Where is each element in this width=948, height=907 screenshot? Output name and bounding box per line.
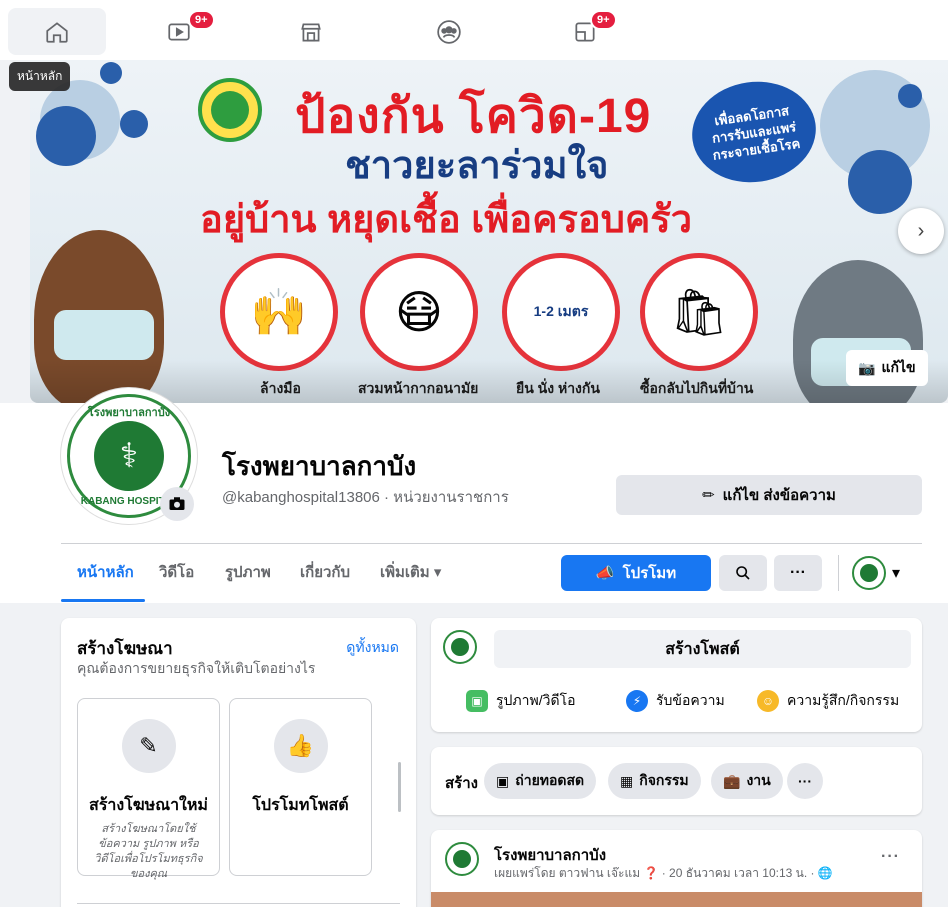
create-ad-subtitle: คุณต้องการขยายธุรกิจให้เติบโตอย่างไร: [77, 660, 316, 676]
caption-bar: [30, 360, 948, 403]
caret-down-icon: ▾: [892, 565, 901, 582]
home-icon: [46, 21, 68, 43]
divider: [838, 555, 839, 591]
virus-graphic: [100, 62, 122, 84]
virus-graphic: [120, 110, 148, 138]
virus-graphic: [848, 150, 912, 214]
update-avatar-button[interactable]: [160, 487, 194, 521]
marketplace-tab[interactable]: [262, 8, 360, 55]
page-avatar: [443, 630, 477, 664]
tab-photos[interactable]: รูปภาพ: [225, 560, 271, 584]
shop-icon: [301, 23, 321, 42]
watch-badge: 9+: [188, 10, 215, 30]
search-icon: [736, 566, 750, 580]
new-ad-option[interactable]: ✎ สร้างโฆษณาใหม่ สร้างโฆษณาโดยใช้ข้อความ…: [77, 698, 220, 880]
municipality-logo: [198, 78, 262, 142]
live-icon: ▣: [496, 772, 510, 789]
see-all-link[interactable]: ดูทั้งหมด: [346, 637, 399, 659]
tab-home[interactable]: หน้าหลัก: [77, 560, 134, 584]
edit-send-message-button[interactable]: ✏ แก้ไข ส่งข้อความ: [616, 475, 922, 515]
top-navigation: 9+ 9+: [0, 0, 948, 60]
tab-about[interactable]: เกี่ยวกับ: [300, 560, 350, 584]
divider: [77, 903, 400, 904]
pencil-icon: ✏: [702, 487, 715, 504]
megaphone-icon: 📣: [595, 565, 615, 582]
photo-icon: ▣: [466, 690, 488, 712]
camera-icon: [169, 497, 185, 510]
tab-videos[interactable]: วิดีโอ: [159, 560, 194, 584]
feed-post: โรงพยาบาลกาบัง เผยแพร่โดย ตาวฟาน เจ๊ะแม …: [431, 830, 922, 907]
create-post-input[interactable]: สร้างโพสต์: [494, 630, 911, 668]
page-title: โรงพยาบาลกาบัง: [222, 451, 417, 481]
cover-slogan: อยู่บ้าน หยุดเชื้อ เพื่อครอบครัว: [200, 199, 693, 241]
event-chip[interactable]: ▦ กิจกรรม: [608, 763, 701, 799]
create-shortcuts-card: สร้าง ▣ ถ่ายทอดสด ▦ กิจกรรม 💼 งาน ···: [431, 747, 922, 815]
divider: [61, 543, 922, 544]
photo-video-button[interactable]: ▣ รูปภาพ/วิดีโอ: [466, 690, 576, 712]
mask-illustration: 😷: [360, 253, 478, 371]
cover-bubble: เพื่อลดโอกาส การรับและแพร่ กระจายเชื้อโร…: [685, 73, 823, 191]
live-video-chip[interactable]: ▣ ถ่ายทอดสด: [484, 763, 597, 799]
page-handle: @kabanghospital13806 · หน่วยงานราชการ: [222, 489, 509, 506]
thumbs-up-icon: 👍: [273, 719, 328, 773]
smiley-icon: ☺: [757, 690, 779, 712]
virus-graphic: [36, 106, 96, 166]
create-ad-card: สร้างโฆษณา ดูทั้งหมด คุณต้องการขยายธุรกิ…: [61, 618, 416, 907]
caption-takeaway: ซื้อกลับไปกินที่บ้าน: [640, 380, 754, 396]
distance-illustration: 1-2 เมตร: [502, 253, 620, 371]
post-options-button[interactable]: ···: [881, 848, 900, 866]
create-post-card: สร้างโพสต์ ▣ รูปภาพ/วิดีโอ ⚡ รับข้อความ …: [431, 618, 922, 732]
gaming-badge: 9+: [590, 10, 617, 30]
more-options-button[interactable]: ···: [774, 555, 822, 591]
chevron-right-icon: ›: [917, 219, 925, 242]
active-tab-indicator: [61, 599, 145, 602]
get-messages-button[interactable]: ⚡ รับข้อความ: [626, 690, 725, 712]
ad-options-scrollbar[interactable]: [398, 762, 401, 812]
edit-cover-button[interactable]: 📷 แก้ไข: [846, 350, 928, 386]
caption-handwash: ล้างมือ: [260, 380, 301, 396]
page-avatar: [852, 556, 886, 590]
handwash-illustration: 🙌: [220, 253, 338, 371]
boost-post-option[interactable]: 👍 โปรโมทโพสต์: [229, 698, 372, 876]
calendar-icon: ▦: [620, 772, 634, 789]
feeling-activity-button[interactable]: ☺ ความรู้สึก/กิจกรรม: [757, 690, 899, 712]
cover-next-button[interactable]: ›: [898, 208, 944, 254]
caption-distance: ยืน นั่ง ห่างกัน: [516, 380, 600, 396]
watch-tab[interactable]: 9+: [130, 8, 228, 55]
job-chip[interactable]: 💼 งาน: [711, 763, 783, 799]
camera-icon: 📷: [858, 359, 876, 376]
caption-mask: สวมหน้ากากอนามัย: [358, 380, 479, 396]
create-label: สร้าง: [445, 775, 478, 792]
tab-more[interactable]: เพิ่มเติม ▾: [380, 560, 441, 584]
post-meta: เผยแพร่โดย ตาวฟาน เจ๊ะแม ❓ · 20 ธันวาคม …: [494, 866, 833, 880]
post-author-avatar[interactable]: [445, 842, 479, 876]
edit-icon: ✎: [121, 719, 176, 773]
virus-graphic: [898, 84, 922, 108]
post-media[interactable]: [431, 892, 922, 907]
groups-icon: [437, 19, 461, 44]
gaming-tab[interactable]: 9+: [536, 8, 634, 55]
groups-tab[interactable]: [400, 8, 498, 55]
promote-button[interactable]: 📣 โปรโมท: [561, 555, 711, 591]
cover-photo[interactable]: ป้องกัน โควิด-19 ชาวยะลาร่วมใจ อยู่บ้าน …: [30, 60, 948, 403]
search-button[interactable]: [719, 555, 767, 591]
caduceus-icon: ⚕: [94, 421, 164, 491]
more-create-chip[interactable]: ···: [787, 763, 823, 799]
messenger-icon: ⚡: [626, 690, 648, 712]
takeaway-illustration: 🛍: [640, 253, 758, 371]
cover-subheadline: ชาวยะลาร่วมใจ: [345, 145, 609, 187]
page-switcher[interactable]: ▾: [852, 556, 912, 590]
briefcase-icon: 💼: [723, 772, 741, 789]
home-tooltip: หน้าหลัก: [9, 62, 71, 91]
home-tab[interactable]: [8, 8, 106, 55]
